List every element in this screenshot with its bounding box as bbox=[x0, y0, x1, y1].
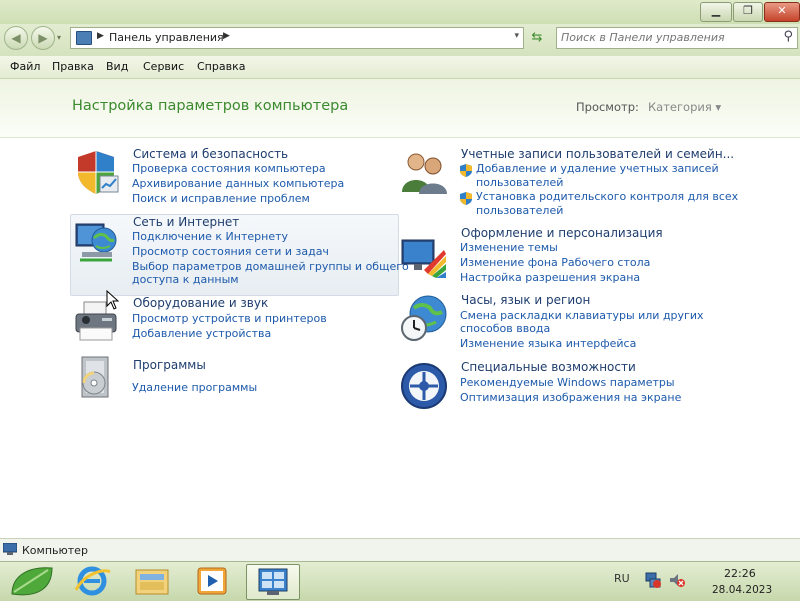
breadcrumb-control-panel[interactable]: Панель управления bbox=[109, 31, 224, 44]
internet-explorer-icon[interactable] bbox=[66, 564, 118, 598]
view-by-label: Просмотр: bbox=[576, 100, 639, 114]
personalization-icon[interactable] bbox=[400, 234, 448, 282]
link-add-remove-accounts[interactable]: Добавление и удаление учетных записей bbox=[476, 162, 719, 176]
page-title: Настройка параметров компьютера bbox=[72, 98, 349, 114]
link-check-computer-status[interactable]: Проверка состояния компьютера bbox=[132, 162, 326, 176]
control-panel-icon bbox=[76, 31, 92, 45]
link-screen-resolution[interactable]: Настройка разрешения экрана bbox=[460, 271, 640, 285]
category-title-hardware[interactable]: Оборудование и звук bbox=[133, 296, 268, 310]
recent-pages-chevron-icon[interactable]: ▾ bbox=[57, 33, 61, 42]
window-title-bar: ▁ ❐ ✕ bbox=[0, 0, 800, 24]
link-add-device[interactable]: Добавление устройства bbox=[132, 327, 271, 341]
link-recommended-settings[interactable]: Рекомендуемые Windows параметры bbox=[460, 376, 675, 390]
clock-globe-icon[interactable] bbox=[400, 294, 448, 342]
breadcrumb-arrow-icon[interactable]: ▶ bbox=[223, 31, 230, 41]
link-optimize-display[interactable]: Оптимизация изображения на экране bbox=[460, 391, 681, 405]
back-button[interactable]: ◀ bbox=[4, 26, 28, 50]
search-icon[interactable]: ⚲ bbox=[783, 29, 793, 44]
view-by-select[interactable]: Категория ▾ bbox=[648, 100, 721, 114]
address-dropdown-icon[interactable]: ▾ bbox=[514, 31, 519, 41]
media-player-icon[interactable] bbox=[186, 564, 238, 598]
link-devices-printers[interactable]: Просмотр устройств и принтеров bbox=[132, 312, 327, 326]
category-title-clock[interactable]: Часы, язык и регион bbox=[461, 293, 590, 307]
clock-time[interactable]: 22:26 bbox=[724, 567, 756, 580]
taskbar-control-panel-button[interactable] bbox=[246, 564, 300, 600]
network-status-icon[interactable] bbox=[644, 571, 662, 589]
category-title-programs[interactable]: Программы bbox=[133, 358, 206, 372]
link-homegroup-sharing-cont[interactable]: доступа к данным bbox=[132, 273, 239, 287]
category-title-network[interactable]: Сеть и Интернет bbox=[133, 215, 239, 229]
mouse-cursor-icon bbox=[106, 290, 120, 310]
category-title-accessibility[interactable]: Специальные возможности bbox=[461, 360, 636, 374]
category-title-accounts[interactable]: Учетные записи пользователей и семейн... bbox=[461, 147, 734, 161]
uac-shield-icon bbox=[460, 164, 472, 177]
uac-shield-icon bbox=[460, 192, 472, 205]
menu-bar: Файл Правка Вид Сервис Справка bbox=[0, 56, 800, 79]
volume-muted-icon[interactable] bbox=[668, 571, 686, 589]
link-change-display-language[interactable]: Изменение языка интерфейса bbox=[460, 337, 636, 351]
link-backup-computer[interactable]: Архивирование данных компьютера bbox=[132, 177, 344, 191]
taskbar: RU 22:26 28.04.2023 bbox=[0, 561, 800, 601]
breadcrumb-arrow-icon[interactable]: ▶ bbox=[97, 31, 104, 41]
clock-date[interactable]: 28.04.2023 bbox=[712, 584, 772, 596]
link-find-fix-problems[interactable]: Поиск и исправление проблем bbox=[132, 192, 310, 206]
link-parental-controls-cont[interactable]: пользователей bbox=[476, 204, 563, 218]
status-bar: Компьютер bbox=[0, 538, 800, 562]
link-uninstall-program[interactable]: Удаление программы bbox=[132, 381, 257, 395]
link-view-network-status[interactable]: Просмотр состояния сети и задач bbox=[132, 245, 329, 259]
language-indicator[interactable]: RU bbox=[614, 572, 630, 585]
navigation-bar: ◀ ▶ ▾ ▶ Панель управления ▶ ▾ ⇆ ⚲ bbox=[0, 24, 800, 56]
category-title-system[interactable]: Система и безопасность bbox=[133, 147, 288, 161]
link-change-keyboard[interactable]: Смена раскладки клавиатуры или других bbox=[460, 309, 704, 323]
link-connect-internet[interactable]: Подключение к Интернету bbox=[132, 230, 288, 244]
category-panel: Система и безопасность Проверка состояни… bbox=[0, 138, 800, 538]
menu-file[interactable]: Файл bbox=[10, 60, 40, 73]
explorer-folder-icon[interactable] bbox=[126, 564, 178, 598]
menu-help[interactable]: Справка bbox=[197, 60, 245, 73]
refresh-icon[interactable]: ⇆ bbox=[526, 29, 548, 47]
ease-of-access-icon[interactable] bbox=[400, 362, 448, 410]
status-text: Компьютер bbox=[22, 544, 88, 557]
maximize-button[interactable]: ❐ bbox=[733, 2, 763, 22]
minimize-button[interactable]: ▁ bbox=[700, 2, 732, 22]
page-header: Настройка параметров компьютера Просмотр… bbox=[0, 79, 800, 138]
users-icon[interactable] bbox=[400, 148, 448, 196]
menu-tools[interactable]: Сервис bbox=[143, 60, 184, 73]
link-parental-controls[interactable]: Установка родительского контроля для все… bbox=[476, 190, 738, 204]
forward-button[interactable]: ▶ bbox=[31, 26, 55, 50]
shield-icon[interactable] bbox=[72, 148, 120, 196]
link-add-remove-accounts-cont[interactable]: пользователей bbox=[476, 176, 563, 190]
link-homegroup-sharing[interactable]: Выбор параметров домашней группы и общег… bbox=[132, 260, 409, 274]
programs-icon[interactable] bbox=[72, 353, 120, 401]
link-change-keyboard-cont[interactable]: способов ввода bbox=[460, 322, 550, 336]
address-bar[interactable]: ▶ Панель управления ▶ ▾ bbox=[70, 27, 524, 49]
network-globe-icon[interactable] bbox=[72, 218, 120, 266]
close-button[interactable]: ✕ bbox=[764, 2, 800, 22]
category-title-appearance[interactable]: Оформление и персонализация bbox=[461, 226, 663, 240]
menu-view[interactable]: Вид bbox=[106, 60, 128, 73]
computer-icon bbox=[3, 543, 17, 555]
link-change-theme[interactable]: Изменение темы bbox=[460, 241, 558, 255]
link-change-background[interactable]: Изменение фона Рабочего стола bbox=[460, 256, 650, 270]
start-button-leaf-icon[interactable] bbox=[8, 564, 56, 598]
control-panel-icon bbox=[258, 568, 288, 595]
search-input[interactable] bbox=[561, 30, 766, 45]
search-box[interactable]: ⚲ bbox=[556, 27, 798, 49]
menu-edit[interactable]: Правка bbox=[52, 60, 94, 73]
